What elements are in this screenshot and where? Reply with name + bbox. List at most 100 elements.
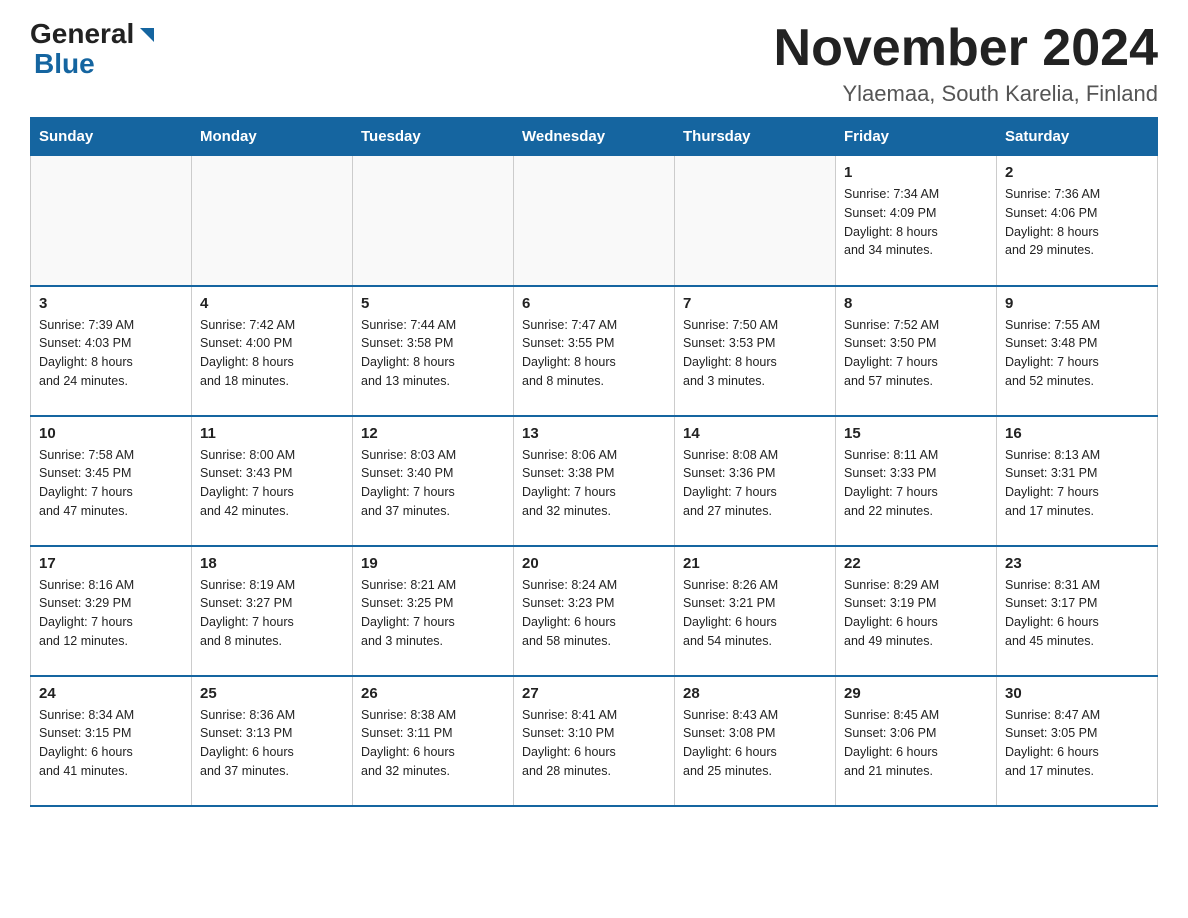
day-number: 24 xyxy=(39,685,183,702)
day-number: 5 xyxy=(361,295,505,312)
day-info: Sunrise: 8:19 AM Sunset: 3:27 PM Dayligh… xyxy=(200,576,344,651)
day-info: Sunrise: 8:21 AM Sunset: 3:25 PM Dayligh… xyxy=(361,576,505,651)
day-info: Sunrise: 7:34 AM Sunset: 4:09 PM Dayligh… xyxy=(844,185,988,260)
calendar-week-row: 1 Sunrise: 7:34 AM Sunset: 4:09 PM Daylig… xyxy=(31,156,1158,286)
day-info: Sunrise: 7:47 AM Sunset: 3:55 PM Dayligh… xyxy=(522,316,666,391)
day-number: 21 xyxy=(683,555,827,572)
day-number: 2 xyxy=(1005,164,1149,181)
calendar-cell: 18 Sunrise: 8:19 AM Sunset: 3:27 PM Dayli… xyxy=(192,546,353,676)
day-number: 7 xyxy=(683,295,827,312)
day-number: 1 xyxy=(844,164,988,181)
day-info: Sunrise: 8:41 AM Sunset: 3:10 PM Dayligh… xyxy=(522,706,666,781)
day-number: 27 xyxy=(522,685,666,702)
calendar-cell xyxy=(192,156,353,286)
day-info: Sunrise: 8:13 AM Sunset: 3:31 PM Dayligh… xyxy=(1005,446,1149,521)
day-number: 17 xyxy=(39,555,183,572)
day-number: 29 xyxy=(844,685,988,702)
logo-triangle-icon xyxy=(136,24,158,46)
page-header: General Blue November 2024 Ylaemaa, Sout… xyxy=(30,20,1158,107)
calendar-cell: 23 Sunrise: 8:31 AM Sunset: 3:17 PM Dayli… xyxy=(997,546,1158,676)
day-number: 8 xyxy=(844,295,988,312)
calendar-day-header: Saturday xyxy=(997,118,1158,156)
day-info: Sunrise: 8:03 AM Sunset: 3:40 PM Dayligh… xyxy=(361,446,505,521)
title-block: November 2024 Ylaemaa, South Karelia, Fi… xyxy=(774,20,1158,107)
day-info: Sunrise: 8:24 AM Sunset: 3:23 PM Dayligh… xyxy=(522,576,666,651)
day-number: 18 xyxy=(200,555,344,572)
calendar-day-header: Tuesday xyxy=(353,118,514,156)
calendar-cell: 26 Sunrise: 8:38 AM Sunset: 3:11 PM Dayli… xyxy=(353,676,514,806)
calendar-header-row: SundayMondayTuesdayWednesdayThursdayFrid… xyxy=(31,118,1158,156)
calendar-cell: 27 Sunrise: 8:41 AM Sunset: 3:10 PM Dayli… xyxy=(514,676,675,806)
calendar-cell: 30 Sunrise: 8:47 AM Sunset: 3:05 PM Dayli… xyxy=(997,676,1158,806)
day-info: Sunrise: 7:42 AM Sunset: 4:00 PM Dayligh… xyxy=(200,316,344,391)
calendar-cell xyxy=(31,156,192,286)
day-info: Sunrise: 8:29 AM Sunset: 3:19 PM Dayligh… xyxy=(844,576,988,651)
day-info: Sunrise: 7:36 AM Sunset: 4:06 PM Dayligh… xyxy=(1005,185,1149,260)
day-number: 25 xyxy=(200,685,344,702)
day-info: Sunrise: 8:08 AM Sunset: 3:36 PM Dayligh… xyxy=(683,446,827,521)
calendar-week-row: 10 Sunrise: 7:58 AM Sunset: 3:45 PM Dayli… xyxy=(31,416,1158,546)
day-number: 6 xyxy=(522,295,666,312)
day-info: Sunrise: 7:58 AM Sunset: 3:45 PM Dayligh… xyxy=(39,446,183,521)
day-info: Sunrise: 8:38 AM Sunset: 3:11 PM Dayligh… xyxy=(361,706,505,781)
day-number: 19 xyxy=(361,555,505,572)
day-info: Sunrise: 8:47 AM Sunset: 3:05 PM Dayligh… xyxy=(1005,706,1149,781)
calendar-cell: 14 Sunrise: 8:08 AM Sunset: 3:36 PM Dayli… xyxy=(675,416,836,546)
calendar-cell: 2 Sunrise: 7:36 AM Sunset: 4:06 PM Daylig… xyxy=(997,156,1158,286)
day-number: 30 xyxy=(1005,685,1149,702)
day-number: 23 xyxy=(1005,555,1149,572)
day-info: Sunrise: 7:52 AM Sunset: 3:50 PM Dayligh… xyxy=(844,316,988,391)
day-number: 12 xyxy=(361,425,505,442)
day-info: Sunrise: 8:45 AM Sunset: 3:06 PM Dayligh… xyxy=(844,706,988,781)
calendar-cell: 3Sunrise: 7:39 AM Sunset: 4:03 PM Daylig… xyxy=(31,286,192,416)
day-number: 26 xyxy=(361,685,505,702)
calendar-cell xyxy=(675,156,836,286)
calendar-cell: 8 Sunrise: 7:52 AM Sunset: 3:50 PM Daylig… xyxy=(836,286,997,416)
calendar-day-header: Friday xyxy=(836,118,997,156)
day-info: Sunrise: 8:16 AM Sunset: 3:29 PM Dayligh… xyxy=(39,576,183,651)
day-info: Sunrise: 8:26 AM Sunset: 3:21 PM Dayligh… xyxy=(683,576,827,651)
calendar-cell: 13 Sunrise: 8:06 AM Sunset: 3:38 PM Dayli… xyxy=(514,416,675,546)
logo: General Blue xyxy=(30,20,158,80)
calendar-cell: 21 Sunrise: 8:26 AM Sunset: 3:21 PM Dayli… xyxy=(675,546,836,676)
logo-general: General xyxy=(30,20,134,48)
calendar-cell: 22 Sunrise: 8:29 AM Sunset: 3:19 PM Dayli… xyxy=(836,546,997,676)
calendar-cell xyxy=(353,156,514,286)
calendar-day-header: Monday xyxy=(192,118,353,156)
calendar-cell xyxy=(514,156,675,286)
calendar-cell: 24 Sunrise: 8:34 AM Sunset: 3:15 PM Dayli… xyxy=(31,676,192,806)
calendar-cell: 17 Sunrise: 8:16 AM Sunset: 3:29 PM Dayli… xyxy=(31,546,192,676)
day-number: 14 xyxy=(683,425,827,442)
logo-blue: Blue xyxy=(34,48,95,79)
calendar-cell: 16Sunrise: 8:13 AM Sunset: 3:31 PM Dayli… xyxy=(997,416,1158,546)
day-info: Sunrise: 7:44 AM Sunset: 3:58 PM Dayligh… xyxy=(361,316,505,391)
day-number: 13 xyxy=(522,425,666,442)
location-subtitle: Ylaemaa, South Karelia, Finland xyxy=(774,81,1158,107)
day-number: 20 xyxy=(522,555,666,572)
calendar-cell: 4Sunrise: 7:42 AM Sunset: 4:00 PM Daylig… xyxy=(192,286,353,416)
calendar-cell: 6 Sunrise: 7:47 AM Sunset: 3:55 PM Daylig… xyxy=(514,286,675,416)
day-info: Sunrise: 7:50 AM Sunset: 3:53 PM Dayligh… xyxy=(683,316,827,391)
day-info: Sunrise: 8:43 AM Sunset: 3:08 PM Dayligh… xyxy=(683,706,827,781)
calendar-cell: 20 Sunrise: 8:24 AM Sunset: 3:23 PM Dayli… xyxy=(514,546,675,676)
calendar-cell: 7 Sunrise: 7:50 AM Sunset: 3:53 PM Daylig… xyxy=(675,286,836,416)
calendar-cell: 15Sunrise: 8:11 AM Sunset: 3:33 PM Dayli… xyxy=(836,416,997,546)
calendar-day-header: Sunday xyxy=(31,118,192,156)
day-number: 28 xyxy=(683,685,827,702)
calendar-cell: 29 Sunrise: 8:45 AM Sunset: 3:06 PM Dayli… xyxy=(836,676,997,806)
day-info: Sunrise: 8:31 AM Sunset: 3:17 PM Dayligh… xyxy=(1005,576,1149,651)
calendar-day-header: Thursday xyxy=(675,118,836,156)
day-info: Sunrise: 8:06 AM Sunset: 3:38 PM Dayligh… xyxy=(522,446,666,521)
calendar-cell: 9 Sunrise: 7:55 AM Sunset: 3:48 PM Daylig… xyxy=(997,286,1158,416)
calendar-day-header: Wednesday xyxy=(514,118,675,156)
day-number: 9 xyxy=(1005,295,1149,312)
day-info: Sunrise: 7:55 AM Sunset: 3:48 PM Dayligh… xyxy=(1005,316,1149,391)
calendar-week-row: 3Sunrise: 7:39 AM Sunset: 4:03 PM Daylig… xyxy=(31,286,1158,416)
calendar-cell: 28 Sunrise: 8:43 AM Sunset: 3:08 PM Dayli… xyxy=(675,676,836,806)
calendar-cell: 11Sunrise: 8:00 AM Sunset: 3:43 PM Dayli… xyxy=(192,416,353,546)
day-number: 22 xyxy=(844,555,988,572)
day-number: 10 xyxy=(39,425,183,442)
calendar-cell: 1 Sunrise: 7:34 AM Sunset: 4:09 PM Daylig… xyxy=(836,156,997,286)
day-number: 11 xyxy=(200,425,344,442)
day-info: Sunrise: 8:34 AM Sunset: 3:15 PM Dayligh… xyxy=(39,706,183,781)
